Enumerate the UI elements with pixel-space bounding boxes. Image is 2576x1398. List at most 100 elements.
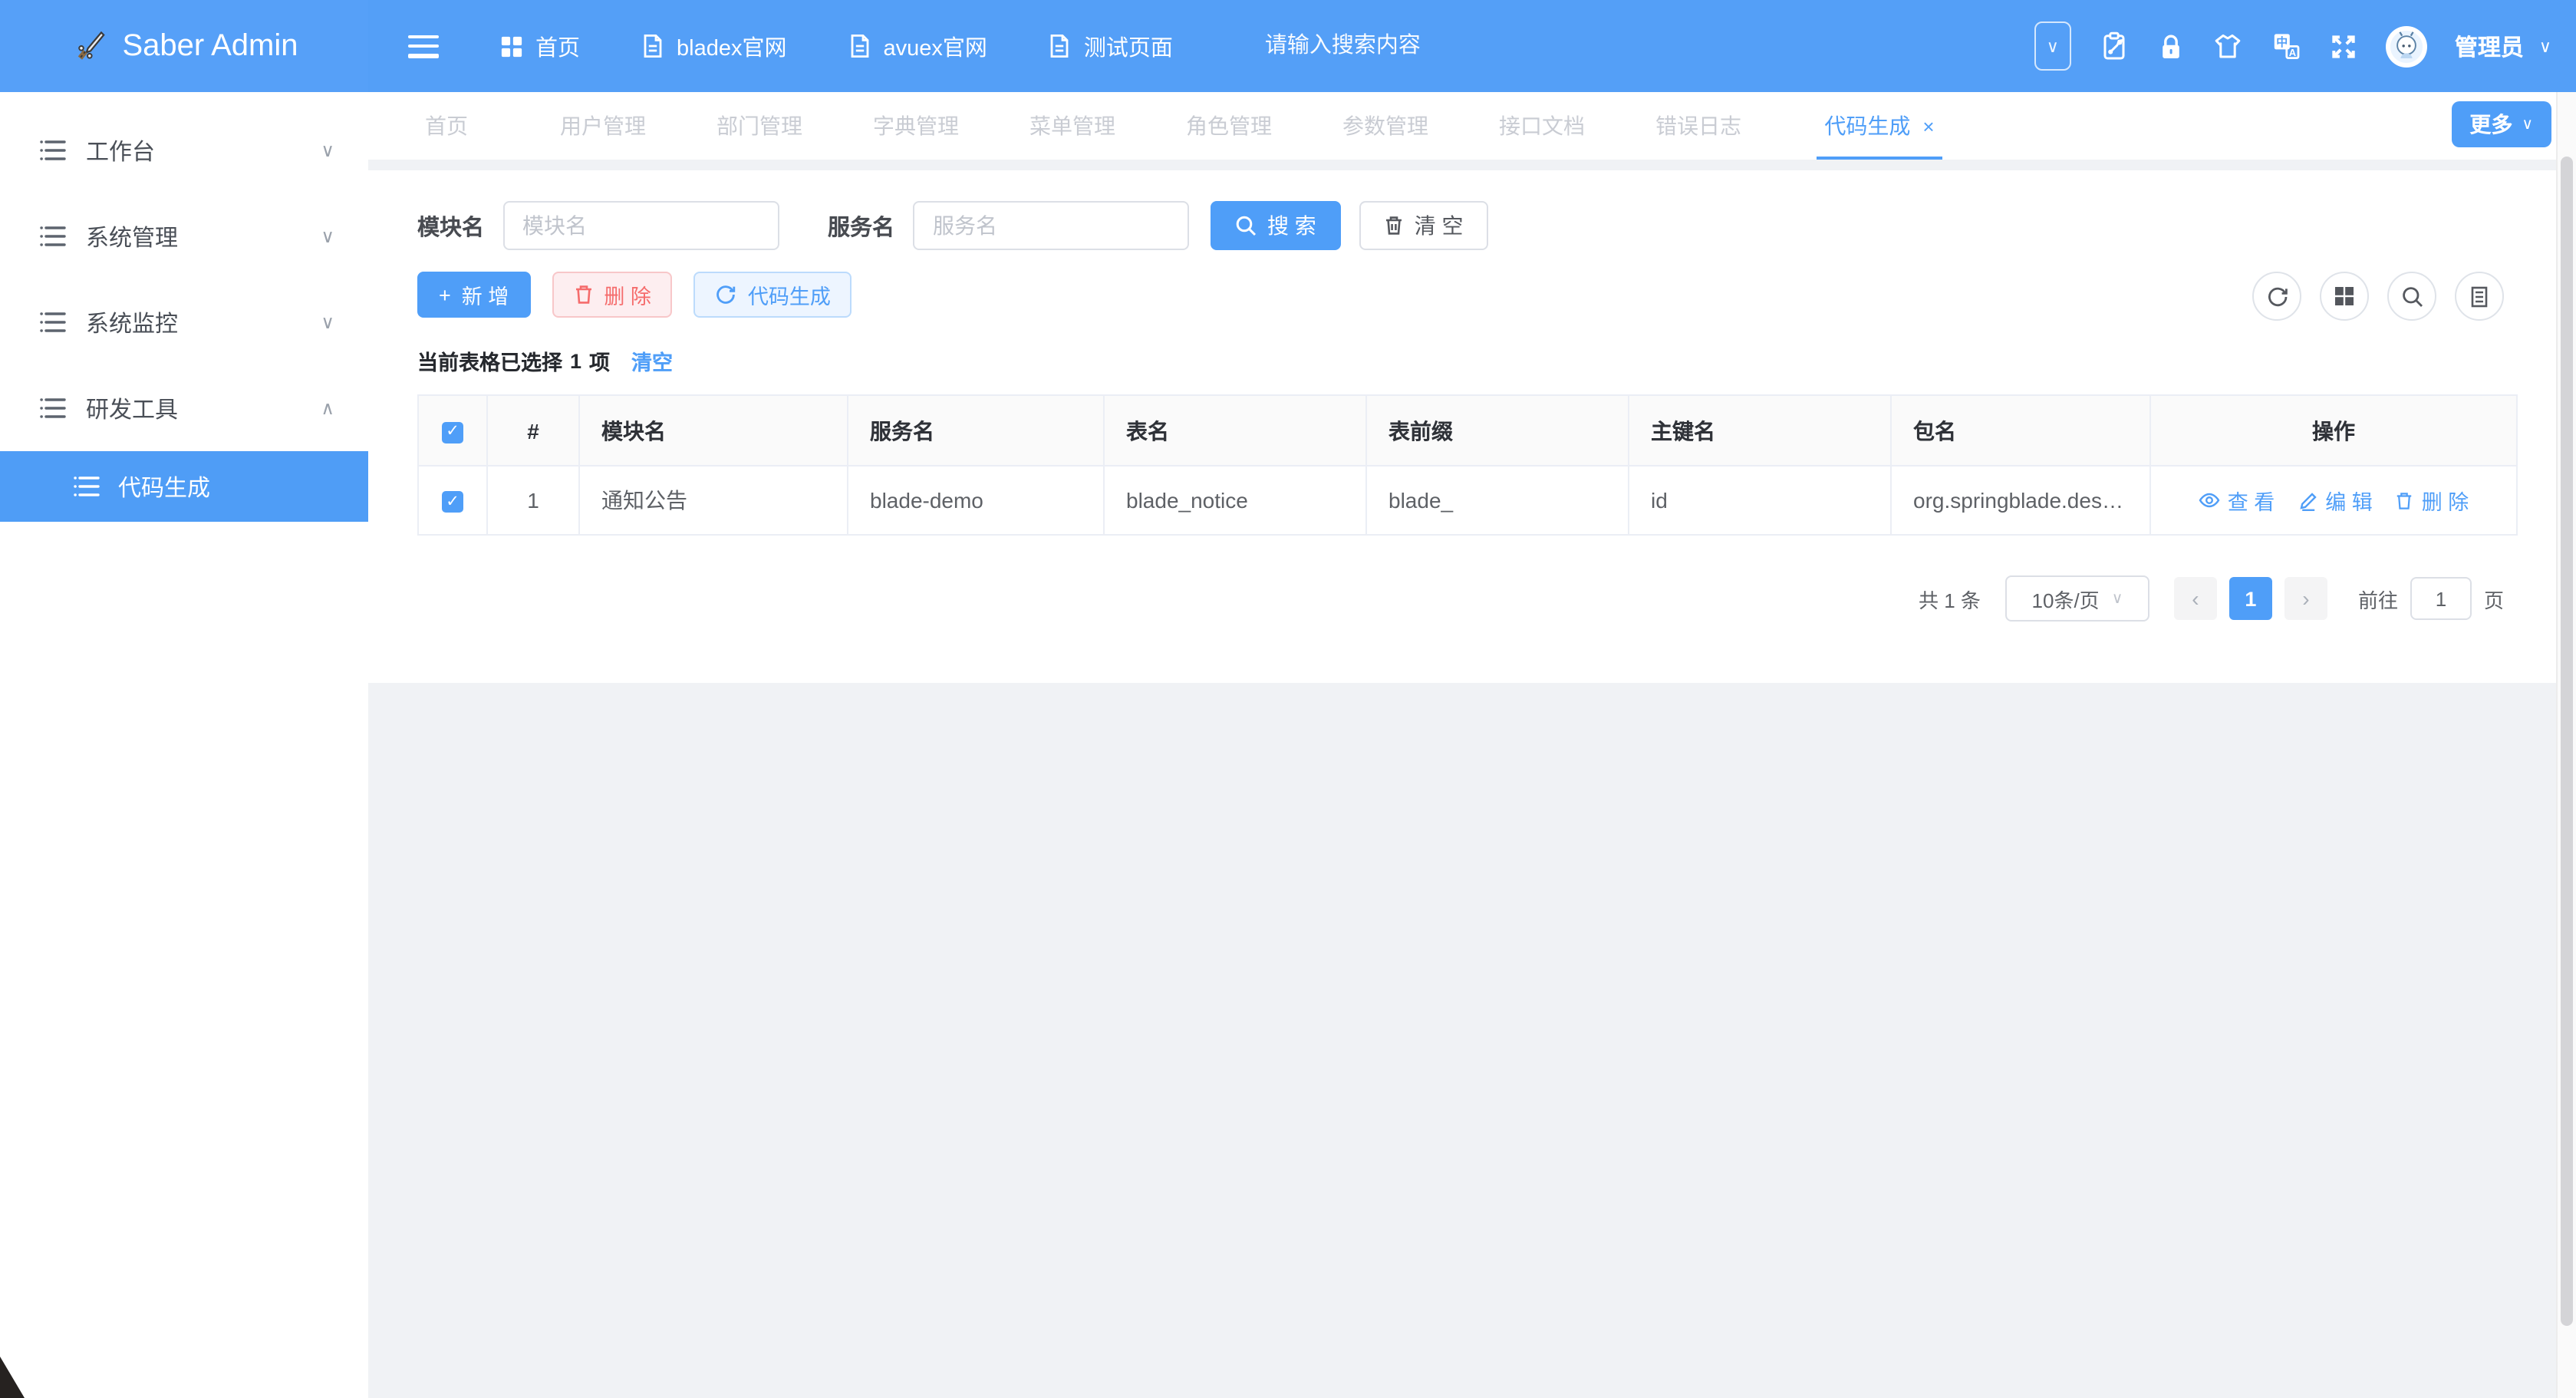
col-module: 模块名 — [579, 395, 848, 466]
cell-table-name: blade_notice — [1104, 466, 1366, 535]
sidebar-item-workbench[interactable]: 工作台 ∨ — [0, 107, 368, 193]
page-size-select[interactable]: 10条/页 ∨ — [2005, 575, 2149, 622]
close-icon[interactable]: × — [1922, 114, 1934, 137]
debug-tool-icon[interactable] — [2099, 31, 2130, 61]
row-checkbox[interactable]: ✓ — [442, 491, 463, 513]
trash-icon — [1384, 215, 1404, 236]
trash-icon — [2396, 490, 2414, 510]
cell-index: 1 — [487, 466, 579, 535]
list-menu-icon — [40, 140, 66, 161]
edit-link[interactable]: 编 辑 — [2298, 485, 2373, 516]
sidebar-item-dev-tools[interactable]: 研发工具 ∧ — [0, 365, 368, 451]
selection-count: 1 — [570, 349, 581, 372]
selection-summary: 当前表格已选择 1 项 清空 — [417, 345, 2504, 376]
user-avatar[interactable] — [2386, 25, 2427, 67]
sidebar-item-system-management[interactable]: 系统管理 ∨ — [0, 193, 368, 279]
tab-home[interactable]: 首页 — [368, 110, 525, 141]
search-icon — [1235, 215, 1257, 236]
col-table-name: 表名 — [1104, 395, 1366, 466]
table-row: ✓ 1 通知公告 blade-demo blade_notice blade_ … — [418, 466, 2517, 535]
chevron-down-icon: ∨ — [2112, 590, 2123, 607]
topnav-item-home[interactable]: 首页 — [500, 30, 580, 62]
document-icon — [1049, 34, 1072, 58]
tab-menu-management[interactable]: 菜单管理 — [994, 110, 1151, 141]
search-form: 模块名 服务名 搜 索 清 空 — [417, 201, 2504, 250]
sword-logo-icon — [70, 28, 107, 64]
cell-primary-key: id — [1629, 466, 1891, 535]
sync-icon — [716, 284, 737, 305]
goto-label: 前往 — [2358, 584, 2398, 613]
col-package: 包名 — [1891, 395, 2150, 466]
search-toggle-icon[interactable] — [2387, 272, 2436, 321]
list-menu-icon — [40, 226, 66, 247]
scrollbar-thumb[interactable] — [2561, 157, 2573, 1326]
pencil-icon — [2298, 490, 2317, 510]
tab-role-management[interactable]: 角色管理 — [1151, 110, 1307, 141]
goto-suffix: 页 — [2484, 584, 2504, 613]
col-primary-key: 主键名 — [1629, 395, 1891, 466]
corner-artifact — [0, 1357, 25, 1398]
delete-link[interactable]: 删 除 — [2396, 485, 2469, 516]
user-menu-chevron-icon[interactable]: ∨ — [2539, 36, 2551, 56]
sidebar-item-code-generation[interactable]: 代码生成 — [0, 451, 368, 522]
code-generate-button[interactable]: 代码生成 — [694, 272, 852, 318]
global-search-input[interactable] — [1262, 32, 1498, 60]
search-button[interactable]: 搜 索 — [1211, 201, 1341, 250]
top-menu-style-toggle-icon[interactable]: ∨ — [2034, 21, 2071, 71]
svg-text:A: A — [2289, 47, 2297, 58]
module-name-input[interactable] — [502, 201, 779, 250]
prev-page-button[interactable]: ‹ — [2174, 577, 2217, 620]
select-all-checkbox[interactable]: ✓ — [442, 421, 463, 443]
active-tab-underline — [1817, 157, 1942, 160]
theme-shirt-icon[interactable] — [2212, 32, 2243, 60]
delete-button[interactable]: 删 除 — [552, 272, 673, 318]
tab-api-docs[interactable]: 接口文档 — [1464, 110, 1620, 141]
add-button[interactable]: + 新 增 — [417, 272, 530, 318]
fullscreen-icon[interactable] — [2329, 31, 2358, 61]
table-header-row: ✓ # 模块名 服务名 表名 表前缀 主键名 包名 操作 — [418, 395, 2517, 466]
topnav-item-testpage[interactable]: 测试页面 — [1049, 30, 1173, 62]
tab-user-management[interactable]: 用户管理 — [525, 110, 681, 141]
selection-clear-link[interactable]: 清空 — [631, 345, 673, 376]
tab-error-log[interactable]: 错误日志 — [1620, 110, 1777, 141]
user-name[interactable]: 管理员 — [2455, 30, 2524, 62]
app-header: Saber Admin 首页 bladex官网 — [0, 0, 2576, 92]
chevron-down-icon: ∨ — [321, 312, 334, 333]
row-actions: 查 看 编 辑 — [2157, 485, 2510, 516]
cell-service: blade-demo — [848, 466, 1104, 535]
sidebar-item-system-monitor[interactable]: 系统监控 ∨ — [0, 279, 368, 365]
goto-page-input[interactable] — [2410, 577, 2472, 620]
content-card: 模块名 服务名 搜 索 清 空 — [368, 170, 2558, 683]
module-name-label: 模块名 — [417, 209, 484, 242]
table-view-icon[interactable] — [2455, 272, 2504, 321]
tab-dict-management[interactable]: 字典管理 — [838, 110, 994, 141]
clear-button[interactable]: 清 空 — [1359, 201, 1488, 250]
tab-param-management[interactable]: 参数管理 — [1307, 110, 1464, 141]
language-translate-icon[interactable]: 中 A — [2271, 31, 2301, 61]
menu-collapse-icon[interactable] — [408, 35, 439, 58]
col-table-prefix: 表前缀 — [1366, 395, 1629, 466]
refresh-icon[interactable] — [2252, 272, 2301, 321]
view-link[interactable]: 查 看 — [2199, 485, 2275, 516]
lock-icon[interactable] — [2157, 31, 2185, 61]
tabs-more-button[interactable]: 更多 ∨ — [2451, 101, 2551, 147]
tab-dept-management[interactable]: 部门管理 — [681, 110, 838, 141]
sidebar: 工作台 ∨ 系统管理 ∨ 系统监控 ∨ — [0, 92, 368, 1398]
tab-code-generation[interactable]: 代码生成 × — [1777, 92, 1982, 160]
chevron-down-icon: ∨ — [321, 140, 334, 161]
app-title: Saber Admin — [122, 28, 298, 64]
document-icon — [848, 34, 871, 58]
chevron-down-icon: ∨ — [321, 226, 334, 247]
page-number-1[interactable]: 1 — [2229, 577, 2272, 620]
pagination: 共 1 条 10条/页 ∨ ‹ 1 › 前往 页 — [417, 575, 2504, 622]
scrollbar-track[interactable] — [2556, 92, 2576, 1398]
cell-module: 通知公告 — [579, 466, 848, 535]
column-settings-icon[interactable] — [2320, 272, 2369, 321]
eye-icon — [2199, 491, 2220, 509]
page-tabs: 首页 用户管理 部门管理 字典管理 菜单管理 角色管理 参数管理 接口文档 错误… — [368, 92, 2558, 160]
service-name-input[interactable] — [913, 201, 1189, 250]
topnav-item-avuex[interactable]: avuex官网 — [848, 30, 987, 62]
next-page-button[interactable]: › — [2284, 577, 2327, 620]
chevron-up-icon: ∧ — [321, 397, 334, 419]
topnav-item-bladex[interactable]: bladex官网 — [641, 30, 786, 62]
